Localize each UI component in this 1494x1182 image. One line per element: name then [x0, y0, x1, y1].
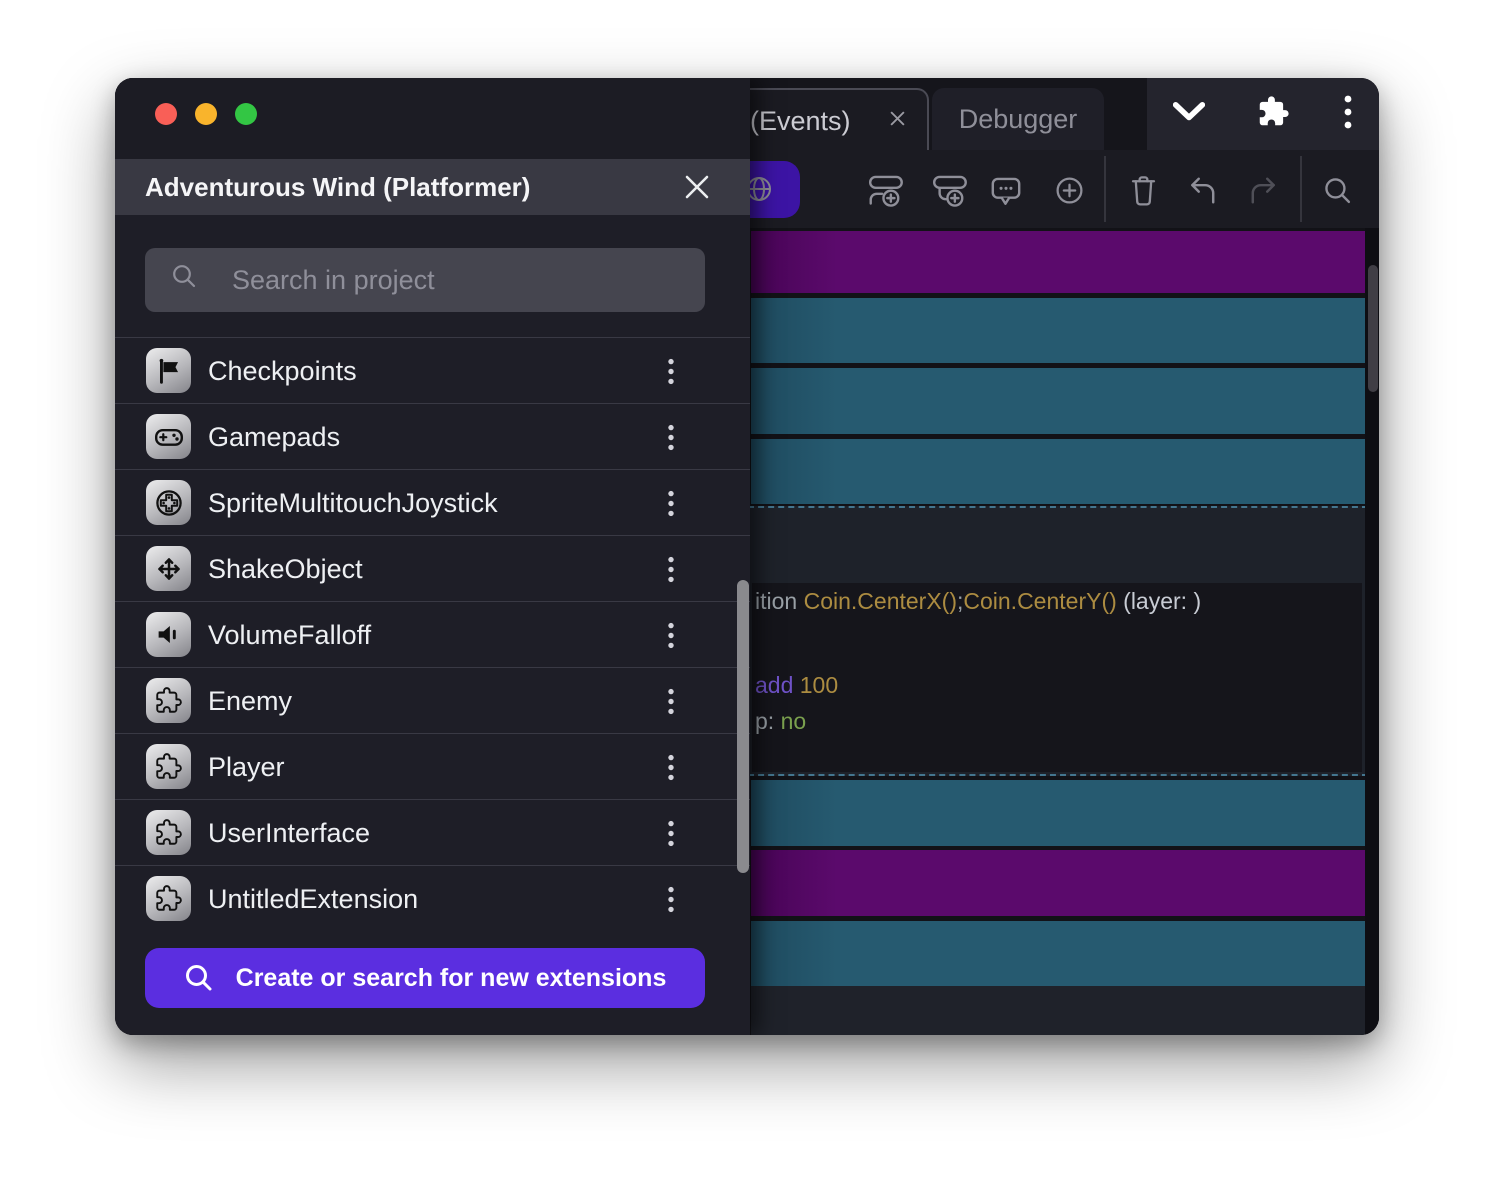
project-item-player[interactable]: Player [115, 733, 750, 799]
kebab-menu-icon[interactable] [1343, 94, 1353, 135]
undo-icon[interactable] [1185, 175, 1220, 210]
project-item-label: Gamepads [208, 404, 340, 470]
events-scrollbar[interactable] [1365, 228, 1379, 1035]
trash-icon[interactable] [1128, 173, 1159, 211]
search-icon [184, 963, 214, 993]
project-item-label: UntitledExtension [208, 866, 418, 932]
event-row-teal[interactable] [751, 298, 1365, 363]
app-window: (Events) Debugger [115, 78, 1379, 1035]
gamepad-icon [146, 414, 191, 459]
project-item-shakeobject[interactable]: ShakeObject [115, 535, 750, 601]
event-row-purple[interactable] [751, 850, 1365, 916]
project-item-gamepads[interactable]: Gamepads [115, 403, 750, 469]
window-titlebar [115, 78, 750, 159]
search-icon [171, 263, 197, 289]
search-events-icon[interactable] [1322, 175, 1353, 211]
move-icon [146, 546, 191, 591]
event-row-teal[interactable] [751, 921, 1365, 986]
item-kebab-menu-icon[interactable] [667, 622, 675, 654]
puzzle-icon [146, 678, 191, 723]
traffic-light-zoom[interactable] [235, 103, 257, 125]
item-kebab-menu-icon[interactable] [667, 490, 675, 522]
project-item-label: Enemy [208, 668, 292, 734]
item-kebab-menu-icon[interactable] [667, 886, 675, 918]
toolbar-separator [1104, 156, 1106, 222]
project-manager-drawer: Adventurous Wind (Platformer) Search in … [115, 78, 750, 1035]
redo-icon[interactable] [1246, 175, 1281, 210]
item-kebab-menu-icon[interactable] [667, 556, 675, 588]
tab-debugger[interactable]: Debugger [932, 88, 1104, 150]
search-placeholder: Search in project [232, 248, 435, 312]
add-circle-icon[interactable] [1054, 175, 1085, 211]
item-kebab-menu-icon[interactable] [667, 754, 675, 786]
volume-icon [146, 612, 191, 657]
events-sheet-footer [751, 986, 1379, 1035]
add-event-icon[interactable] [868, 174, 905, 212]
flag-icon [146, 348, 191, 393]
joystick-icon [146, 480, 191, 525]
traffic-light-close[interactable] [155, 103, 177, 125]
tab-events-label: (Events) [750, 106, 851, 137]
titlebar-actions [1147, 78, 1379, 150]
puzzle-icon [146, 810, 191, 855]
drawer-scrollbar-thumb[interactable] [737, 580, 749, 873]
add-comment-icon[interactable] [989, 174, 1023, 212]
item-kebab-menu-icon[interactable] [667, 820, 675, 852]
project-title: Adventurous Wind (Platformer) [145, 159, 530, 215]
search-input[interactable]: Search in project [145, 248, 705, 312]
event-row-teal[interactable] [751, 780, 1365, 846]
drawer-header: Adventurous Wind (Platformer) [115, 159, 750, 215]
close-icon[interactable] [684, 174, 710, 205]
project-item-label: Checkpoints [208, 338, 357, 404]
tab-debugger-label: Debugger [959, 104, 1078, 135]
puzzle-icon [146, 744, 191, 789]
project-item-label: ShakeObject [208, 536, 363, 602]
event-code-line: add 100 [755, 672, 838, 699]
project-item-label: Player [208, 734, 285, 800]
extensions-puzzle-icon[interactable] [1257, 95, 1290, 133]
project-item-label: UserInterface [208, 800, 370, 866]
project-items-list: CheckpointsGamepadsSpriteMultitouchJoyst… [115, 337, 750, 931]
tab-events[interactable]: (Events) [735, 88, 929, 150]
traffic-light-minimize[interactable] [195, 103, 217, 125]
event-row-teal[interactable] [751, 439, 1365, 504]
toolbar-separator [1300, 156, 1302, 222]
project-item-spritemultitouchjoystick[interactable]: SpriteMultitouchJoystick [115, 469, 750, 535]
create-extension-button[interactable]: Create or search for new extensions [145, 948, 705, 1008]
tab-close-icon[interactable] [889, 110, 906, 132]
item-kebab-menu-icon[interactable] [667, 688, 675, 720]
project-item-userinterface[interactable]: UserInterface [115, 799, 750, 865]
item-kebab-menu-icon[interactable] [667, 358, 675, 390]
item-kebab-menu-icon[interactable] [667, 424, 675, 456]
chevron-down-icon[interactable] [1173, 102, 1205, 126]
add-subevent-icon[interactable] [932, 174, 969, 212]
event-code-line: p: no [755, 708, 806, 735]
event-row-purple[interactable] [751, 231, 1365, 293]
project-item-enemy[interactable]: Enemy [115, 667, 750, 733]
event-code-line: ition Coin.CenterX();Coin.CenterY() (lay… [755, 588, 1201, 615]
event-row-teal[interactable] [751, 368, 1365, 434]
project-item-label: SpriteMultitouchJoystick [208, 470, 498, 536]
project-item-volumefalloff[interactable]: VolumeFalloff [115, 601, 750, 667]
project-item-untitledextension[interactable]: UntitledExtension [115, 865, 750, 931]
puzzle-icon [146, 876, 191, 921]
events-scrollbar-thumb[interactable] [1368, 265, 1378, 392]
project-item-label: VolumeFalloff [208, 602, 371, 668]
project-item-checkpoints[interactable]: Checkpoints [115, 337, 750, 403]
selected-event-actions: ition Coin.CenterX();Coin.CenterY() (lay… [752, 583, 1362, 772]
selected-event[interactable]: ition Coin.CenterX();Coin.CenterY() (lay… [748, 506, 1368, 776]
create-extension-label: Create or search for new extensions [236, 964, 667, 993]
